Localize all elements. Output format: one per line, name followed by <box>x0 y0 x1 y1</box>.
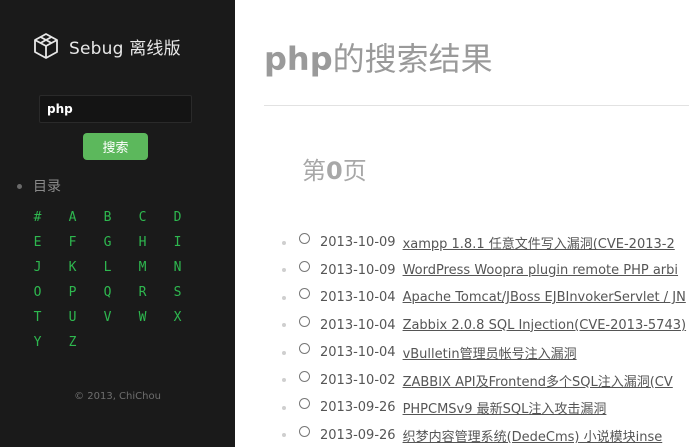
result-item: 2013-10-09 WordPress Woopra plugin remote… <box>282 257 689 285</box>
letter-link[interactable]: S <box>160 283 195 308</box>
bullet-icon <box>282 323 286 328</box>
letter-link[interactable]: O <box>20 283 55 308</box>
result-date: 2013-10-09 <box>320 235 396 251</box>
letter-link[interactable]: D <box>160 208 195 233</box>
bullet-icon <box>282 378 286 383</box>
bullet-dot-icon <box>17 183 22 189</box>
logo[interactable]: Sebug 离线版 <box>31 31 181 61</box>
letter-link[interactable]: N <box>160 258 195 283</box>
result-date: 2013-10-04 <box>320 345 396 361</box>
bullet-icon <box>282 268 286 273</box>
letter-link[interactable]: I <box>160 233 195 258</box>
result-date: 2013-09-26 <box>320 427 396 443</box>
result-title-link[interactable]: xampp 1.8.1 任意文件写入漏洞(CVE-2013-2 <box>403 233 675 252</box>
result-item: 2013-10-04 Apache Tomcat/JBoss EJBInvoker… <box>282 284 689 312</box>
result-title-link[interactable]: Zabbix 2.0.8 SQL Injection(CVE-2013-5743… <box>403 318 687 333</box>
letter-link[interactable]: E <box>20 233 55 258</box>
result-title-link[interactable]: vBulletin管理员帐号注入漏洞 <box>403 343 577 362</box>
result-item: 2013-10-04 vBulletin管理员帐号注入漏洞 <box>282 339 689 367</box>
circle-icon <box>299 233 310 245</box>
sidebar: Sebug 离线版 搜索 目录 #ABCD EFGHI JKLMN OPQRS TUVW… <box>0 0 235 447</box>
result-title-link[interactable]: Apache Tomcat/JBoss EJBInvokerServlet / … <box>403 290 686 305</box>
result-item: 2013-10-02 ZABBIX API及Frontend多个SQL注入漏洞(C… <box>282 367 689 395</box>
results-list: 2013-10-09 xampp 1.8.1 任意文件写入漏洞(CVE-2013-… <box>282 229 689 447</box>
result-title-link[interactable]: WordPress Woopra plugin remote PHP arbi <box>403 263 678 278</box>
letter-link[interactable]: W <box>125 308 160 333</box>
page-title: php的搜索结果 <box>264 34 493 80</box>
letter-link[interactable]: X <box>160 308 195 333</box>
bullet-icon <box>282 405 286 410</box>
letter-link[interactable]: U <box>55 308 90 333</box>
directory-label: 目录 <box>33 179 61 195</box>
letter-link[interactable]: M <box>125 258 160 283</box>
result-date: 2013-10-02 <box>320 372 396 388</box>
letter-link[interactable]: R <box>125 283 160 308</box>
result-date: 2013-10-09 <box>320 262 396 278</box>
letter-link[interactable]: P <box>55 283 90 308</box>
circle-icon <box>299 370 310 382</box>
letter-link[interactable]: T <box>20 308 55 333</box>
circle-icon <box>299 288 310 300</box>
copyright: © 2013, ChiChou <box>74 391 161 402</box>
letter-index: # A B C D E F G H I J K L M N O P Q R S T U V W X Y Z <box>20 208 195 358</box>
letter-link[interactable]: # <box>20 208 55 233</box>
result-date: 2013-10-04 <box>320 290 396 306</box>
page-suffix: 页 <box>342 157 367 185</box>
page-prefix: 第 <box>302 157 326 185</box>
letter-link[interactable]: Q <box>90 283 125 308</box>
divider <box>264 105 689 106</box>
directory-heading: 目录 <box>17 176 61 196</box>
letter-link[interactable]: J <box>20 258 55 283</box>
result-date: 2013-09-26 <box>320 400 396 416</box>
bullet-icon <box>282 240 286 245</box>
letter-link[interactable]: K <box>55 258 90 283</box>
result-item: 2013-09-26 织梦内容管理系统(DedeCms) 小说模块inse <box>282 422 689 447</box>
result-item: 2013-10-09 xampp 1.8.1 任意文件写入漏洞(CVE-2013-… <box>282 229 689 257</box>
letter-link[interactable]: V <box>90 308 125 333</box>
letter-link[interactable]: A <box>55 208 90 233</box>
letter-link[interactable]: G <box>90 233 125 258</box>
letter-link[interactable]: L <box>90 258 125 283</box>
logo-text: Sebug 离线版 <box>69 38 181 59</box>
letter-link[interactable]: Y <box>20 333 55 358</box>
page-number-value: 0 <box>326 157 343 185</box>
title-suffix: 的搜索结果 <box>332 40 493 78</box>
result-item: 2013-09-26 PHPCMSv9 最新SQL注入攻击漏洞 <box>282 394 689 422</box>
letter-link[interactable]: Z <box>55 333 90 358</box>
result-title-link[interactable]: PHPCMSv9 最新SQL注入攻击漏洞 <box>403 398 607 417</box>
search-button[interactable]: 搜索 <box>83 133 148 160</box>
bullet-icon <box>282 350 286 355</box>
circle-icon <box>299 315 310 327</box>
circle-icon <box>299 343 310 355</box>
circle-icon <box>299 398 310 410</box>
result-date: 2013-10-04 <box>320 317 396 333</box>
circle-icon <box>299 260 310 272</box>
result-title-link[interactable]: ZABBIX API及Frontend多个SQL注入漏洞(CV <box>403 371 673 390</box>
circle-icon <box>299 425 310 437</box>
page-number: 第0页 <box>302 151 367 186</box>
letter-link[interactable]: C <box>125 208 160 233</box>
letter-link[interactable]: F <box>55 233 90 258</box>
title-keyword: php <box>264 40 333 78</box>
result-title-link[interactable]: 织梦内容管理系统(DedeCms) 小说模块inse <box>403 426 663 445</box>
result-item: 2013-10-04 Zabbix 2.0.8 SQL Injection(CVE… <box>282 312 689 340</box>
bullet-icon <box>282 295 286 300</box>
bullet-icon <box>282 433 286 438</box>
search-input[interactable] <box>39 95 192 123</box>
main-content: php的搜索结果 第0页 2013-10-09 xampp 1.8.1 任意文件写… <box>235 0 689 447</box>
cube-logo-icon <box>34 33 58 59</box>
letter-link[interactable]: H <box>125 233 160 258</box>
letter-link[interactable]: B <box>90 208 125 233</box>
